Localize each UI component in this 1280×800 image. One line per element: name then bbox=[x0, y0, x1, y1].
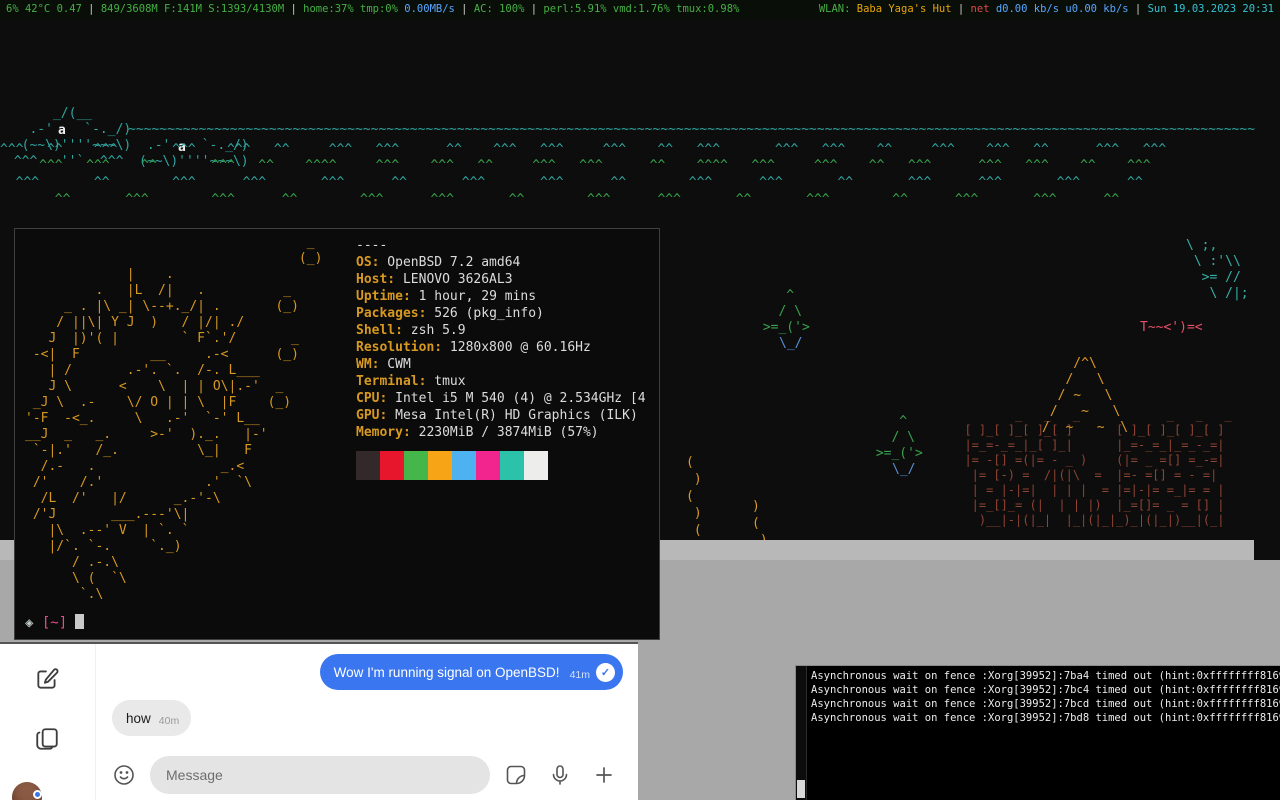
statusbar-segment: 0.00MB/s bbox=[404, 3, 455, 15]
statusbar-segment: d0.00 kb/s bbox=[990, 3, 1066, 15]
xterm-line: Asynchronous wait on fence :Xorg[39952]:… bbox=[811, 697, 1280, 711]
ascii-art-tent: /^\ / \ / ~ \ / ~ \ / ~ ~ \ bbox=[1042, 356, 1128, 436]
attach-plus-button[interactable] bbox=[592, 763, 616, 787]
status-bar: 6% 42°C 0.47 | 849/3608M F:141M S:1393/4… bbox=[0, 0, 1280, 18]
statusbar-segment: | bbox=[524, 3, 543, 15]
palette-swatch bbox=[452, 451, 476, 480]
fetch-info-line: Resolution: 1280x800 @ 60.16Hz bbox=[356, 339, 646, 356]
fetch-info-line: Memory: 2230MiB / 3874MiB (57%) bbox=[356, 424, 646, 441]
smiley-icon bbox=[112, 763, 136, 787]
fetch-info-line: WM: CWM bbox=[356, 356, 646, 373]
fetch-color-palette bbox=[356, 451, 548, 480]
read-receipt-icon: ✓ bbox=[596, 663, 615, 682]
ascii-art-wave-line: ~~~~~~~~~~~~~~~~~~~~~~~~~~~~~~~~~~~~~~~~… bbox=[128, 122, 1255, 138]
palette-swatch bbox=[476, 451, 500, 480]
fetch-info-line: Shell: zsh 5.9 bbox=[356, 322, 646, 339]
statusbar-segment: perl:5.91% vmd:1.76% tmux:0.98% bbox=[543, 3, 739, 15]
xterm-line: Asynchronous wait on fence :Xorg[39952]:… bbox=[811, 669, 1280, 683]
ascii-art-treeline-3: ^^^ ^^ ^^^ ^^^ ^^^ ^^ ^^^ ^^^ ^^ ^^^ ^^^… bbox=[0, 175, 1143, 191]
palette-swatch bbox=[404, 451, 428, 480]
signal-sidebar bbox=[0, 644, 96, 800]
statusbar-segment: Baba Yaga's Hut bbox=[857, 3, 952, 15]
message-time: 41m bbox=[570, 669, 590, 681]
fetch-info-line: Host: LENOVO 3626AL3 bbox=[356, 271, 646, 288]
message-bubble-outgoing: Wow I'm running signal on OpenBSD! 41m ✓ bbox=[320, 654, 623, 690]
message-text: how bbox=[126, 711, 151, 726]
palette-swatch bbox=[524, 451, 548, 480]
message-bubble-incoming: how 40m bbox=[112, 700, 191, 736]
statusbar-segment: | bbox=[1129, 3, 1148, 15]
statusbar-segment: AC: 100% bbox=[474, 3, 525, 15]
ascii-art-fir-tree-2-base: \_/ bbox=[892, 462, 915, 478]
fetch-info-line: CPU: Intel i5 M 540 (4) @ 2.534GHz [4 bbox=[356, 390, 646, 407]
xterm-scrollbar[interactable] bbox=[796, 666, 807, 800]
statusbar-right: WLAN: Baba Yaga's Hut | net d0.00 kb/s u… bbox=[819, 0, 1274, 18]
shell-prompt: ◈ [~] bbox=[25, 614, 84, 631]
statusbar-segment: WLAN: bbox=[819, 3, 857, 15]
compose-icon bbox=[34, 666, 60, 692]
statusbar-segment: | bbox=[455, 3, 474, 15]
palette-swatch bbox=[380, 451, 404, 480]
plus-icon bbox=[592, 763, 616, 787]
statusbar-segment: 849/3608M F:141M S:1393/4130M bbox=[101, 3, 284, 15]
openbsd-puffer-logo: _ (_) | . . |L /| . _ _ . |\ _| \--+._/|… bbox=[25, 235, 322, 603]
ascii-art-treeline-4: ^^ ^^^ ^^^ ^^ ^^^ ^^^ ^^ ^^^ ^^^ ^^ ^^^ … bbox=[0, 192, 1119, 208]
microphone-button[interactable] bbox=[548, 763, 572, 787]
statusbar-segment: u0.00 kb/s bbox=[1065, 3, 1128, 15]
message-composer bbox=[96, 754, 628, 796]
message-input[interactable] bbox=[150, 756, 490, 794]
palette-swatch bbox=[500, 451, 524, 480]
fetch-terminal-window[interactable]: _ (_) | . . |L /| . _ _ . |\ _| \--+._/|… bbox=[14, 228, 660, 640]
cursor-block bbox=[75, 614, 84, 629]
ascii-art-boat-a-1: a bbox=[58, 123, 66, 139]
xterm-line: Asynchronous wait on fence :Xorg[39952]:… bbox=[811, 711, 1280, 725]
statusbar-segment: net bbox=[971, 3, 990, 15]
fetch-info-line: GPU: Mesa Intel(R) HD Graphics (ILK) bbox=[356, 407, 646, 424]
message-time: 40m bbox=[159, 715, 179, 727]
sticker-button[interactable] bbox=[504, 763, 528, 787]
fetch-info: ----OS: OpenBSD 7.2 amd64Host: LENOVO 36… bbox=[356, 237, 646, 441]
sticker-icon bbox=[504, 763, 528, 787]
xterm-scrollbar-thumb[interactable] bbox=[797, 780, 805, 798]
xterm-window[interactable]: Asynchronous wait on fence :Xorg[39952]:… bbox=[795, 665, 1280, 800]
statusbar-segment: | bbox=[952, 3, 971, 15]
statusbar-segment: 6% 42°C 0.47 bbox=[6, 3, 82, 15]
desktop: 6% 42°C 0.47 | 849/3608M F:141M S:1393/4… bbox=[0, 0, 1280, 800]
fetch-info-line: Terminal: tmux bbox=[356, 373, 646, 390]
palette-swatch bbox=[428, 451, 452, 480]
ascii-art-treeline-1: ^^^ ^^ ^^^ ^^^ ^^^ ^^ ^^^ ^^^ ^^ ^^^ ^^^… bbox=[0, 142, 1166, 158]
emoji-button[interactable] bbox=[112, 763, 136, 787]
statusbar-segment: Sun 19.03.2023 20:31 bbox=[1148, 3, 1274, 15]
ascii-art-fir-tree-2: ^ / \ >=_('> bbox=[868, 414, 923, 462]
prompt-path: [~] bbox=[42, 615, 67, 631]
ascii-art-fir-tree-1: ^ / \ >=_('> bbox=[755, 288, 810, 336]
ascii-art-treeline-2: ^^^ ^^^ ^^ ^^^ ^^ ^^^^ ^^^ ^^^ ^^ ^^^ ^^… bbox=[0, 158, 1151, 174]
stories-button[interactable] bbox=[34, 726, 60, 752]
statusbar-segment: home:37% tmp:0% bbox=[303, 3, 404, 15]
statusbar-left: 6% 42°C 0.47 | 849/3608M F:141M S:1393/4… bbox=[6, 0, 739, 18]
fetch-info-line: Packages: 526 (pkg_info) bbox=[356, 305, 646, 322]
microphone-icon bbox=[548, 763, 572, 787]
ascii-art-red-fish: T~~<')=< bbox=[1140, 320, 1203, 336]
ascii-art-fir-tree-1-base: \_/ bbox=[779, 336, 802, 352]
message-text: Wow I'm running signal on OpenBSD! bbox=[334, 665, 560, 680]
avatar-badge bbox=[33, 790, 42, 799]
palette-swatch bbox=[356, 451, 380, 480]
statusbar-segment: | bbox=[82, 3, 101, 15]
statusbar-segment: | bbox=[284, 3, 303, 15]
stories-icon bbox=[34, 726, 60, 752]
ascii-art-cyan-plant: \ ;, \ :'\\ >= // \ /|; bbox=[1186, 238, 1249, 302]
fetch-info-line: ---- bbox=[356, 237, 646, 254]
fetch-info-line: Uptime: 1 hour, 29 mins bbox=[356, 288, 646, 305]
fetch-info-line: OS: OpenBSD 7.2 amd64 bbox=[356, 254, 646, 271]
signal-window: Wow I'm running signal on OpenBSD! 41m ✓… bbox=[0, 642, 638, 800]
xterm-line: Asynchronous wait on fence :Xorg[39952]:… bbox=[811, 683, 1280, 697]
xterm-lines: Asynchronous wait on fence :Xorg[39952]:… bbox=[811, 669, 1280, 725]
prompt-symbol: ◈ bbox=[25, 615, 42, 631]
compose-button[interactable] bbox=[34, 666, 60, 692]
